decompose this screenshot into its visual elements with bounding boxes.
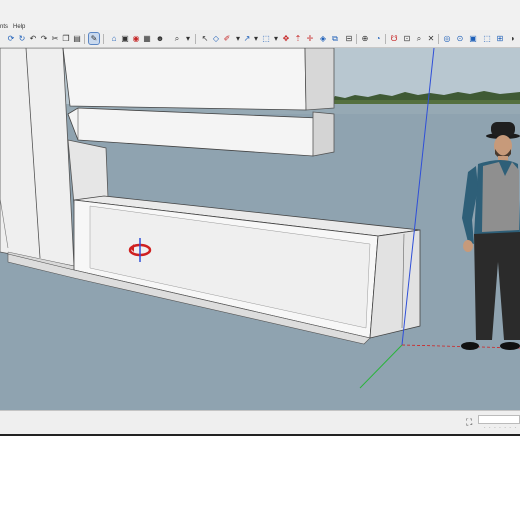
toolbar: ⟳ ↻ ↶ ↷ ✂ ❐ ▤ ✎ ⌂ ▣ ◉ ▦ ☻ ⌕ ▾ ↖ ◇ ✐ ▾ ↗ …	[0, 30, 520, 48]
text-icon[interactable]: ☋	[389, 33, 399, 44]
toolbar-separator	[385, 34, 386, 44]
sync-icon[interactable]: ⟳	[6, 33, 16, 44]
model-viewport[interactable]	[0, 48, 520, 410]
blank-area	[0, 436, 520, 520]
select-arrow-icon[interactable]: ↖	[200, 33, 210, 44]
camera-icon[interactable]: ⬚	[482, 33, 492, 44]
offset-icon[interactable]: ✛	[305, 33, 315, 44]
floating-shelf-side	[312, 111, 335, 157]
follow-me-icon[interactable]: ◈	[318, 33, 328, 44]
measurements-field[interactable]	[478, 415, 520, 424]
toolbar-separator	[438, 34, 439, 44]
walk-icon[interactable]: ⊞	[495, 33, 505, 44]
toolbar-separator	[195, 34, 196, 44]
menu-bar: nts Help	[0, 0, 520, 30]
material-icon[interactable]: ◉	[131, 33, 141, 44]
pencil-icon[interactable]: ◇	[211, 33, 221, 44]
zoom-window-icon[interactable]: ◎	[442, 33, 452, 44]
pan-icon[interactable]: ▾	[251, 33, 261, 44]
zoom-extents-icon[interactable]: ⊙	[455, 33, 465, 44]
component-icon[interactable]: ▣	[120, 33, 130, 44]
toolbar-separator	[103, 34, 104, 44]
tape-icon[interactable]: ⊟	[344, 33, 354, 44]
upper-cabinet-side	[304, 48, 335, 111]
paste-icon[interactable]: ▤	[72, 33, 82, 44]
move-icon[interactable]: ✥	[281, 33, 291, 44]
geo-location-icon[interactable]: ⌂	[109, 33, 119, 44]
refresh-icon[interactable]: ↻	[17, 33, 27, 44]
protractor-icon[interactable]: ◔	[373, 33, 383, 44]
previous-view-icon[interactable]: ▣	[468, 33, 478, 44]
measure-icon[interactable]: ✐	[222, 33, 232, 44]
scissors-icon[interactable]: ✂	[50, 33, 60, 44]
upper-cabinet-front	[62, 48, 307, 111]
toolbar-separator	[356, 34, 357, 44]
axes-icon[interactable]: ⊡	[402, 33, 412, 44]
redo-icon[interactable]: ↷	[39, 33, 49, 44]
viewport-canvas	[0, 48, 520, 410]
toolbar-separator	[84, 34, 85, 44]
section-fill-icon[interactable]: ◑	[507, 33, 517, 44]
dimension-icon[interactable]: ⊕	[360, 33, 370, 44]
undo-icon[interactable]: ↶	[28, 33, 38, 44]
status-bar: ⛶ · · · · · · ·	[0, 410, 520, 434]
scale-icon[interactable]: ⧉	[330, 33, 340, 44]
tall-cabinet	[0, 48, 75, 267]
3d-text-icon[interactable]: ⌕	[414, 33, 424, 44]
geo-status-icon[interactable]: ⛶	[466, 417, 472, 428]
dropdown-icon[interactable]: ▾	[183, 33, 193, 44]
eraser-icon[interactable]: ✎	[88, 32, 100, 45]
back-panel	[67, 139, 109, 205]
paint-icon[interactable]: ✕	[426, 33, 436, 44]
warehouse-icon[interactable]: ▦	[142, 33, 152, 44]
zoom-icon[interactable]: ⬚	[261, 33, 271, 44]
search-icon[interactable]: ⌕	[172, 33, 182, 44]
push-pull-icon[interactable]: ⇡	[293, 33, 303, 44]
user-icon[interactable]: ☻	[155, 33, 165, 44]
rotate-icon[interactable]: ▾	[271, 33, 281, 44]
measurements-value: · · · · · · ·	[484, 425, 517, 431]
copy-icon[interactable]: ❐	[61, 33, 71, 44]
